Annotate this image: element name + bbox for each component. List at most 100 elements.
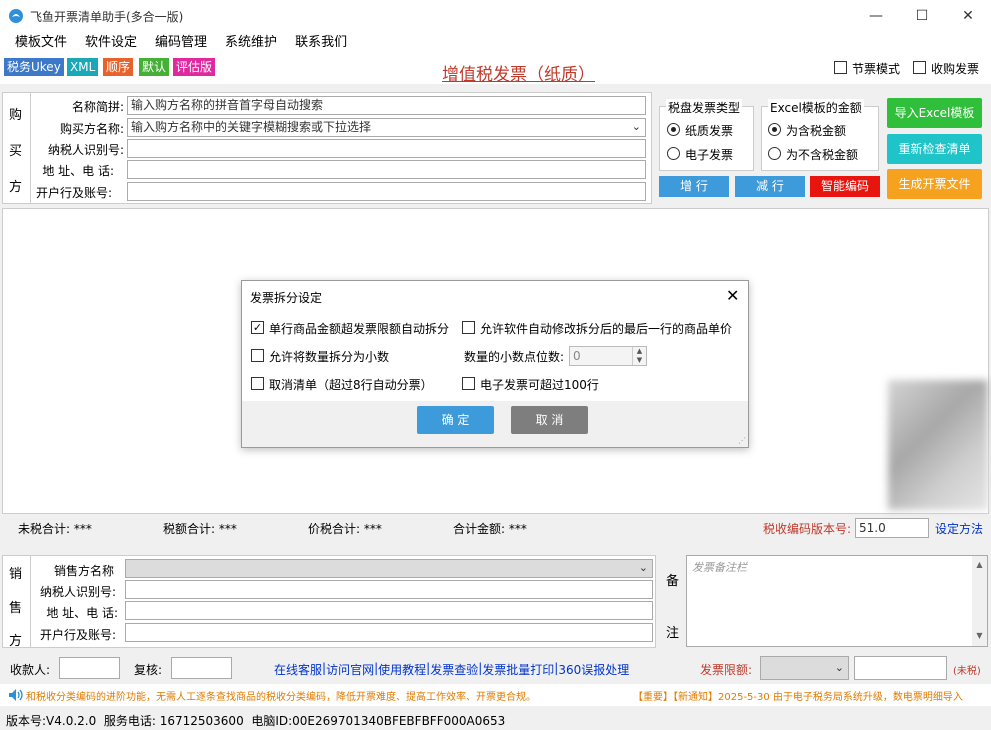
qr-code-image — [888, 380, 988, 510]
buyer-address-input[interactable] — [127, 160, 646, 179]
cancel-list-checkbox[interactable] — [251, 377, 264, 390]
menu-system-maintenance[interactable]: 系统维护 — [216, 32, 286, 54]
allow-decimal-label: 允许将数量拆分为小数 — [269, 350, 390, 364]
remove-row-button[interactable]: 减 行 — [735, 176, 805, 197]
note-placeholder: 发票备注栏 — [692, 561, 747, 574]
paper-invoice-label: 纸质发票 — [685, 124, 734, 138]
e-invoice-label: 电子发票 — [685, 148, 734, 162]
tag-default[interactable]: 默认 — [139, 58, 170, 76]
allow-decimal-checkbox[interactable] — [251, 349, 264, 362]
buyer-abbr-input[interactable]: 输入购方名称的拼音首字母自动搜索 — [127, 96, 646, 115]
set-method-link[interactable]: 设定方法 — [935, 520, 983, 537]
e-invoice-radio[interactable] — [667, 147, 680, 160]
decimal-places-stepper[interactable]: 0 ▲ ▼ — [569, 346, 647, 366]
tag-xml[interactable]: XML — [67, 58, 99, 76]
auto-split-checkbox[interactable]: ✓ — [251, 321, 264, 334]
buyer-side-char: 买 — [9, 144, 23, 159]
total-with-tax: 价税合计: *** — [308, 522, 382, 536]
online-service-link[interactable]: 在线客服 — [274, 661, 322, 678]
auto-split-label: 单行商品金额超发票限额自动拆分 — [269, 322, 450, 336]
invoice-type-title[interactable]: 增值税发票（纸质） — [442, 60, 595, 85]
menu-contact-us[interactable]: 联系我们 — [286, 32, 356, 54]
tutorial-link[interactable]: 使用教程 — [378, 661, 426, 678]
invoice-limit-input[interactable] — [854, 656, 947, 680]
jiepiao-mode-checkbox[interactable] — [834, 61, 847, 74]
invoice-limit-select[interactable]: ⌄ — [760, 656, 849, 680]
checkmark-icon: ✓ — [252, 321, 263, 334]
window-title: 飞鱼开票清单助手(多合一版) — [30, 10, 184, 24]
seller-bank-input[interactable] — [125, 623, 653, 642]
scroll-up-icon[interactable]: ▲ — [972, 560, 987, 569]
resize-grip-icon[interactable]: ⋰ — [738, 436, 746, 445]
seller-address-input[interactable] — [125, 601, 653, 620]
buyer-name-placeholder: 输入购方名称中的关键字模糊搜索或下拉选择 — [131, 120, 372, 134]
note-scrollbar[interactable]: ▲ ▼ — [972, 556, 987, 646]
note-side-char: 备 — [666, 574, 680, 589]
menu-software-settings[interactable]: 软件设定 — [76, 32, 146, 54]
seller-taxid-input[interactable] — [125, 580, 653, 599]
chevron-down-icon: ⌄ — [834, 661, 844, 674]
tag-ukey[interactable]: 税务Ukey — [4, 58, 64, 76]
notice-text-left: 和税收分类编码的进阶功能，无需人工逐条查找商品的税收分类编码，降低开票难度、提高… — [26, 692, 536, 703]
totals-row: 未税合计: *** 税额合计: *** 价税合计: *** 合计金额: *** … — [0, 514, 991, 540]
invoice-type-group-title: 税盘发票类型 — [666, 99, 743, 116]
status-text: 版本号:V4.0.2.0 服务电话: 16712503600 电脑ID:00E2… — [6, 714, 506, 728]
scroll-down-icon[interactable]: ▼ — [972, 631, 987, 640]
payee-input[interactable] — [59, 657, 120, 679]
import-excel-button[interactable]: 导入Excel模板 — [887, 98, 982, 128]
jiepiao-mode-label: 节票模式 — [852, 62, 901, 76]
reviewer-input[interactable] — [171, 657, 232, 679]
maximize-button[interactable]: ☐ — [899, 0, 945, 32]
buyer-bank-label: 开户行及账号: — [35, 186, 112, 200]
recheck-list-button[interactable]: 重新检查清单 — [887, 134, 982, 164]
app-logo-icon — [9, 9, 23, 23]
untaxed-total: 未税合计: *** — [18, 522, 92, 536]
batch-print-link[interactable]: 发票批量打印 — [482, 661, 554, 678]
tax-included-label: 为含税金额 — [786, 124, 847, 138]
tag-trial[interactable]: 评估版 — [173, 58, 216, 76]
seller-name-combobox[interactable]: ⌄ — [125, 559, 653, 578]
generate-file-button[interactable]: 生成开票文件 — [887, 169, 982, 199]
invoice-note-textarea[interactable]: 发票备注栏 ▲ ▼ — [686, 555, 988, 647]
seller-side-char: 售 — [9, 601, 23, 616]
stepper-arrows-icon[interactable]: ▲ ▼ — [632, 347, 646, 365]
minimize-button[interactable]: — — [853, 0, 899, 32]
cancel-button[interactable]: 取 消 — [511, 406, 588, 434]
divider — [30, 555, 31, 648]
false-alarm-link[interactable]: 360误报处理 — [558, 661, 629, 678]
seller-taxid-label: 纳税人识别号: — [39, 585, 116, 599]
buyer-name-combobox[interactable]: 输入购方名称中的关键字模糊搜索或下拉选择 ⌄ — [127, 118, 646, 137]
buyer-taxid-input[interactable] — [127, 139, 646, 158]
chevron-down-icon: ⌄ — [638, 561, 648, 574]
tag-order[interactable]: 顺序 — [103, 58, 134, 76]
buyer-bank-input[interactable] — [127, 182, 646, 201]
menu-template-file[interactable]: 模板文件 — [6, 32, 76, 54]
tax-excluded-label: 为不含税金额 — [786, 148, 859, 162]
speaker-icon — [9, 689, 23, 701]
e-invoice-100-checkbox[interactable] — [462, 377, 475, 390]
add-row-button[interactable]: 增 行 — [659, 176, 729, 197]
invoice-verify-link[interactable]: 发票查验 — [430, 661, 478, 678]
purchase-invoice-checkbox[interactable] — [913, 61, 926, 74]
dialog-close-icon[interactable]: ✕ — [726, 286, 739, 305]
ok-button[interactable]: 确 定 — [417, 406, 494, 434]
tax-excluded-radio[interactable] — [768, 147, 781, 160]
links-bar: 在线客服 | 访问官网 | 使用教程 | 发票查验 | 发票批量打印 | 360误报处理 — [274, 661, 629, 678]
buyer-abbr-placeholder: 输入购方名称的拼音首字母自动搜索 — [131, 98, 324, 112]
split-settings-dialog: 发票拆分设定 ✕ ✓ 单行商品金额超发票限额自动拆分 允许软件自动修改拆分后的最… — [241, 280, 749, 448]
smart-encode-button[interactable]: 智能编码 — [810, 176, 880, 197]
tax-included-radio[interactable] — [768, 123, 781, 136]
official-site-link[interactable]: 访问官网 — [326, 661, 374, 678]
allow-modify-price-checkbox[interactable] — [462, 321, 475, 334]
menu-code-management[interactable]: 编码管理 — [146, 32, 216, 54]
divider — [30, 92, 31, 204]
seller-name-label: 销售方名称 — [53, 564, 114, 578]
paper-invoice-radio[interactable] — [667, 123, 680, 136]
buyer-name-label: 购买方名称: — [59, 122, 124, 136]
code-version-input[interactable]: 51.0 — [855, 518, 929, 538]
untaxed-hint: (未税) — [953, 666, 981, 677]
notice-text-right[interactable]: 【重要】【新通知】2025-5-30 由于电子税务局系统升级，数电票明细导入 — [633, 688, 991, 703]
close-window-button[interactable]: ✕ — [945, 0, 991, 32]
e-invoice-100-label: 电子发票可超过100行 — [480, 378, 599, 392]
seller-address-label: 地 址、电 话: — [46, 606, 118, 620]
